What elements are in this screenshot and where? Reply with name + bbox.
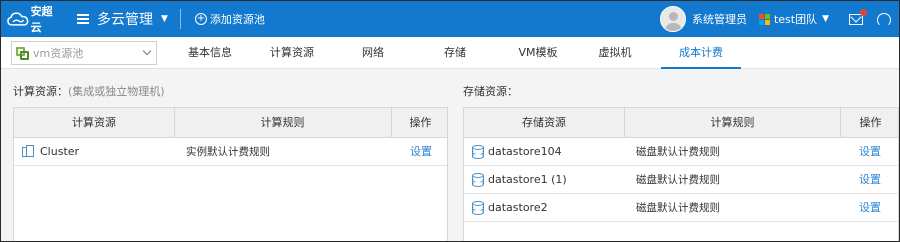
settings-link[interactable]: 设置 xyxy=(410,138,432,166)
chevron-down-icon: ▼ xyxy=(822,14,829,24)
column-header: 存储资源 xyxy=(522,116,566,129)
plus-circle-icon: + xyxy=(194,13,207,25)
table-row: datastore2 磁盘默认计费规则 设置 xyxy=(464,194,898,222)
chevron-down-icon[interactable]: ▼ xyxy=(161,14,168,24)
storage-rule: 磁盘默认计费规则 xyxy=(636,202,720,214)
tab-vm-template[interactable]: VM模板 xyxy=(509,37,567,69)
user-name[interactable]: 系统管理员 xyxy=(692,11,747,27)
settings-link[interactable]: 设置 xyxy=(859,138,881,166)
app-window: 安超云 多云管理 ▼ + 添加资源池 系统管理员 test团队 ▼ vm资源池 … xyxy=(0,0,900,242)
storage-name: datastore1 (1) xyxy=(488,173,567,186)
table-row: Cluster 实例默认计费规则 设置 xyxy=(14,138,447,166)
storage-section-title: 存储资源： xyxy=(463,83,518,99)
storage-table-header: 存储资源 计算规则 操作 xyxy=(464,108,898,138)
chevron-down-icon xyxy=(142,46,152,56)
settings-link[interactable]: 设置 xyxy=(859,166,881,194)
brand-logo[interactable]: 安超云 xyxy=(7,3,63,35)
compute-section-hint: (集成或独立物理机) xyxy=(68,85,165,98)
tab-basic-info[interactable]: 基本信息 xyxy=(181,37,239,69)
table-row: datastore104 磁盘默认计费规则 设置 xyxy=(464,138,898,166)
headset-icon[interactable] xyxy=(877,13,891,27)
add-pool-label: 添加资源池 xyxy=(209,13,265,26)
pool-select[interactable]: vm资源池 xyxy=(11,41,157,65)
storage-rule: 磁盘默认计费规则 xyxy=(636,174,720,186)
notification-dot xyxy=(860,8,867,16)
pool-select-value: vm资源池 xyxy=(33,47,84,60)
mail-icon[interactable] xyxy=(849,8,867,25)
nav-row: vm资源池 基本信息 计算资源 网络 存储 VM模板 虚拟机 成本计费 xyxy=(1,37,899,69)
brand-text: 安超云 xyxy=(30,5,53,34)
cloud-logo-icon xyxy=(7,12,29,26)
team-name: test团队 xyxy=(773,13,818,26)
tab-storage[interactable]: 存储 xyxy=(433,37,477,69)
tab-compute[interactable]: 计算资源 xyxy=(263,37,321,69)
tab-cost-billing[interactable]: 成本计费 xyxy=(661,37,741,69)
tab-network[interactable]: 网络 xyxy=(351,37,395,69)
storage-rule: 磁盘默认计费规则 xyxy=(636,146,720,158)
column-header: 操作 xyxy=(409,116,432,129)
avatar[interactable] xyxy=(659,6,686,32)
vm-logo-icon xyxy=(16,46,29,60)
column-header: 操作 xyxy=(859,116,882,129)
top-bar: 安超云 多云管理 ▼ + 添加资源池 系统管理员 test团队 ▼ xyxy=(1,1,899,37)
settings-link[interactable]: 设置 xyxy=(859,194,881,222)
compute-table: 计算资源 计算规则 操作 Cluster 实例默认计费规则 设置 xyxy=(13,107,448,241)
compute-rule: 实例默认计费规则 xyxy=(186,146,270,158)
storage-table: 存储资源 计算规则 操作 datastore104 磁盘默认计费规则 设置 da… xyxy=(463,107,899,241)
add-pool-button[interactable]: + 添加资源池 xyxy=(194,11,265,27)
header-divider xyxy=(179,9,181,29)
compute-section-label: 计算资源： xyxy=(13,85,68,98)
compute-name: Cluster xyxy=(40,145,80,158)
team-switcher[interactable]: test团队 ▼ xyxy=(758,11,829,27)
compute-section-title: 计算资源：(集成或独立物理机) xyxy=(13,83,165,99)
content-area: 计算资源：(集成或独立物理机) 计算资源 计算规则 操作 Cluster 实例默… xyxy=(1,69,899,241)
compute-table-header: 计算资源 计算规则 操作 xyxy=(14,108,447,138)
storage-name: datastore104 xyxy=(488,145,562,158)
team-logo-icon xyxy=(758,13,770,25)
tab-vms[interactable]: 虚拟机 xyxy=(593,37,637,69)
column-header: 计算规则 xyxy=(260,116,305,129)
column-header: 计算资源 xyxy=(72,116,116,129)
storage-section-label: 存储资源： xyxy=(463,85,518,98)
column-header: 计算规则 xyxy=(710,116,755,129)
storage-name: datastore2 xyxy=(488,201,548,214)
menu-icon[interactable] xyxy=(77,14,89,24)
app-title[interactable]: 多云管理 xyxy=(97,9,153,29)
table-row: datastore1 (1) 磁盘默认计费规则 设置 xyxy=(464,166,898,194)
